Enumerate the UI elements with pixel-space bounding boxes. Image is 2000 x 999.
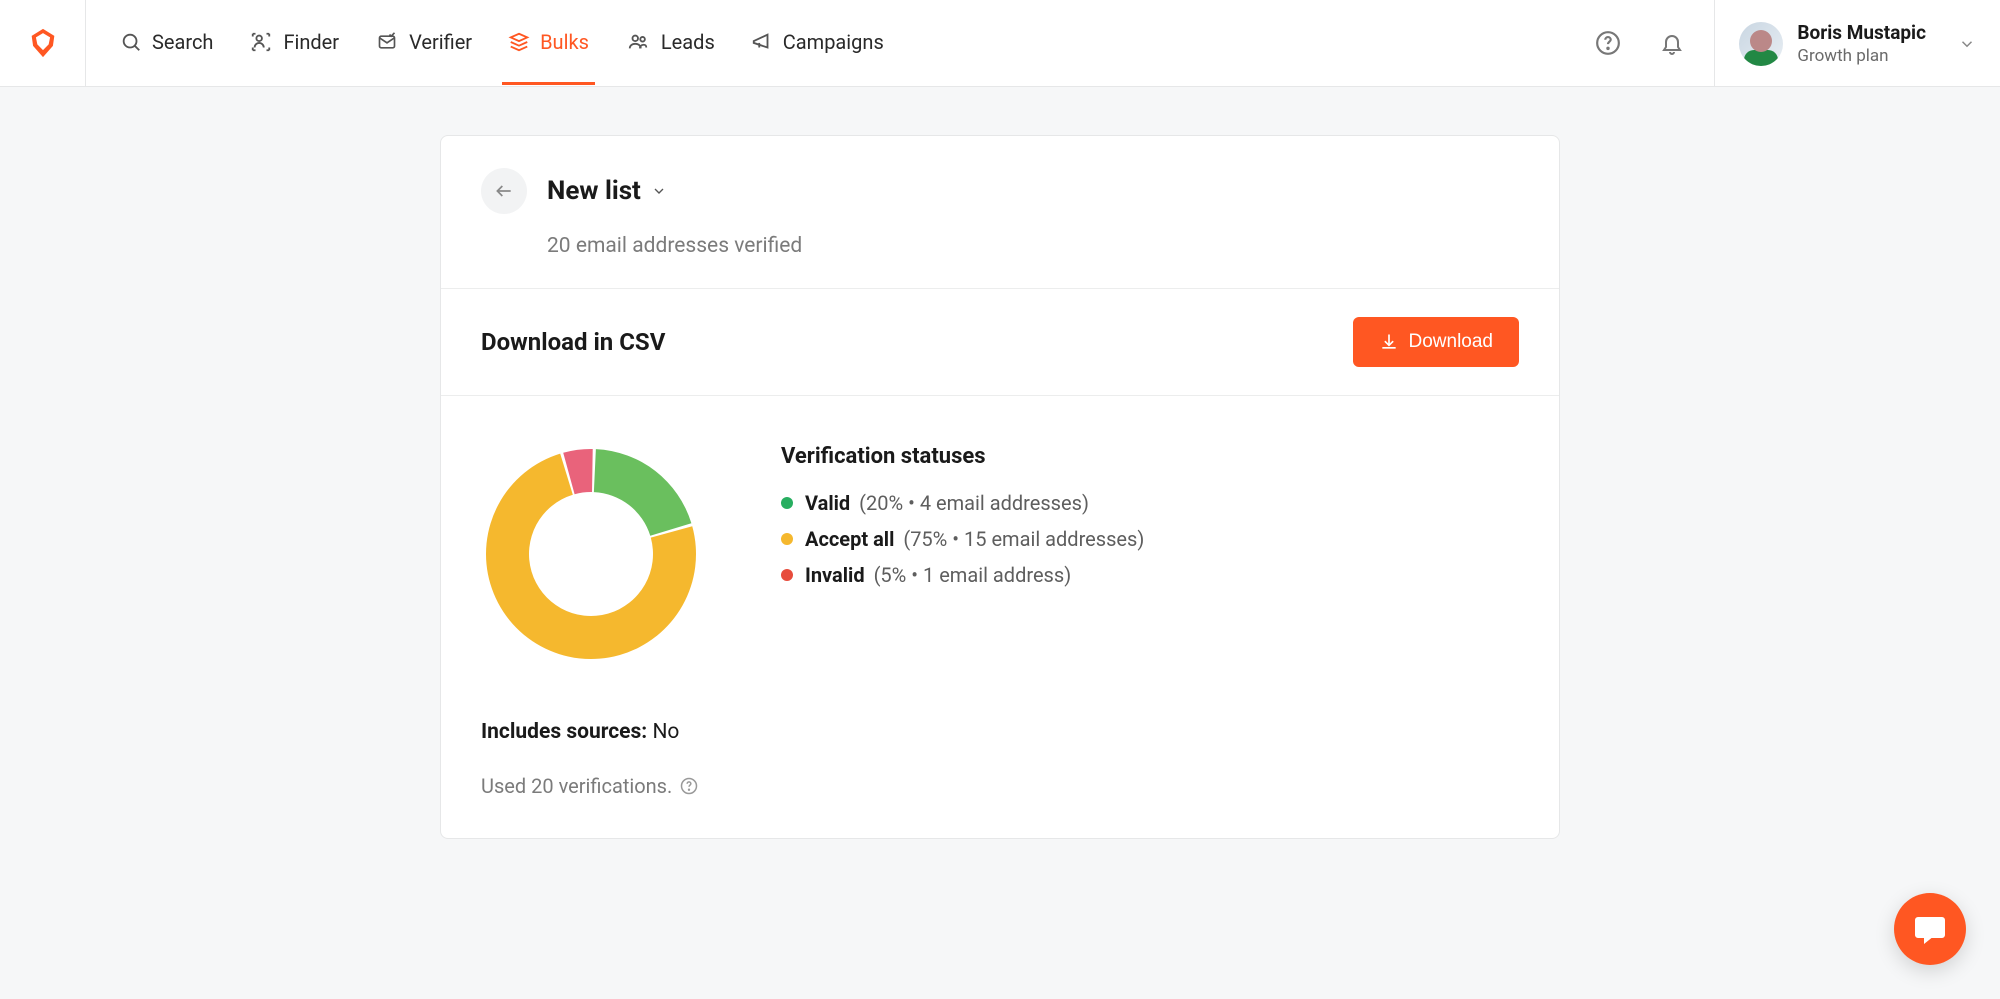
includes-value: No bbox=[652, 720, 679, 744]
user-plan: Growth plan bbox=[1797, 46, 1926, 66]
leads-icon bbox=[625, 31, 651, 53]
status-label: Accept all bbox=[805, 527, 894, 551]
chevron-down-icon bbox=[651, 183, 667, 199]
nav-label: Bulks bbox=[540, 30, 589, 54]
nav-label: Verifier bbox=[409, 30, 472, 54]
status-label: Valid bbox=[805, 491, 850, 515]
nav-right bbox=[1590, 0, 1714, 86]
main-nav: Search Finder Verifier Bulks Leads Campa… bbox=[86, 0, 1590, 86]
dot-icon bbox=[781, 497, 793, 509]
avatar bbox=[1739, 22, 1783, 66]
finder-icon bbox=[249, 31, 273, 53]
download-title: Download in CSV bbox=[481, 328, 665, 356]
download-button-label: Download bbox=[1409, 331, 1494, 353]
campaigns-icon bbox=[751, 31, 773, 53]
nav-verifier[interactable]: Verifier bbox=[357, 0, 490, 87]
nav-finder[interactable]: Finder bbox=[231, 0, 357, 87]
status-label: Invalid bbox=[805, 563, 865, 587]
list-title-text: New list bbox=[547, 176, 641, 206]
card-body: Verification statuses Valid (20% • 4 ema… bbox=[441, 396, 1559, 838]
nav-label: Finder bbox=[283, 30, 339, 54]
includes-label: Includes sources: bbox=[481, 720, 647, 744]
wolf-logo-icon bbox=[26, 26, 60, 60]
nav-label: Leads bbox=[661, 30, 715, 54]
help-button[interactable] bbox=[1590, 25, 1626, 61]
nav-label: Search bbox=[152, 30, 213, 54]
chat-icon bbox=[1912, 911, 1948, 947]
bulk-card: New list 20 email addresses verified Dow… bbox=[440, 135, 1560, 839]
nav-bulks[interactable]: Bulks bbox=[490, 0, 607, 87]
nav-campaigns[interactable]: Campaigns bbox=[733, 0, 902, 87]
includes-sources: Includes sources: No bbox=[481, 720, 1519, 744]
list-title-dropdown[interactable]: New list bbox=[547, 176, 667, 206]
status-donut-chart bbox=[481, 444, 701, 664]
user-menu[interactable]: Boris Mustapic Growth plan bbox=[1714, 0, 2000, 87]
notifications-button[interactable] bbox=[1654, 25, 1690, 61]
topbar: Search Finder Verifier Bulks Leads Campa… bbox=[0, 0, 2000, 87]
card-header: New list 20 email addresses verified bbox=[441, 136, 1559, 289]
used-verifications: Used 20 verifications. bbox=[481, 774, 1519, 798]
nav-search[interactable]: Search bbox=[102, 0, 231, 87]
download-icon bbox=[1379, 332, 1399, 352]
chat-launcher[interactable] bbox=[1894, 893, 1966, 965]
download-section: Download in CSV Download bbox=[441, 289, 1559, 396]
bulks-icon bbox=[508, 31, 530, 53]
page: New list 20 email addresses verified Dow… bbox=[0, 87, 2000, 839]
bell-icon bbox=[1660, 30, 1684, 56]
statuses-legend: Verification statuses Valid (20% • 4 ema… bbox=[781, 444, 1144, 599]
dot-icon bbox=[781, 533, 793, 545]
nav-leads[interactable]: Leads bbox=[607, 0, 733, 87]
arrow-left-icon bbox=[491, 181, 517, 201]
status-accept-all: Accept all (75% • 15 email addresses) bbox=[781, 527, 1144, 551]
status-invalid: Invalid (5% • 1 email address) bbox=[781, 563, 1144, 587]
dot-icon bbox=[781, 569, 793, 581]
download-button[interactable]: Download bbox=[1353, 317, 1520, 367]
back-button[interactable] bbox=[481, 168, 527, 214]
status-detail: (5% • 1 email address) bbox=[874, 563, 1072, 587]
search-icon bbox=[120, 31, 142, 53]
statuses-heading: Verification statuses bbox=[781, 444, 1144, 469]
used-text: Used 20 verifications. bbox=[481, 774, 672, 798]
status-detail: (75% • 15 email addresses) bbox=[903, 527, 1144, 551]
logo[interactable] bbox=[0, 0, 86, 86]
verifier-icon bbox=[375, 32, 399, 52]
chevron-down-icon bbox=[1958, 35, 1976, 53]
list-subtitle: 20 email addresses verified bbox=[547, 234, 1519, 258]
help-icon bbox=[1595, 30, 1621, 56]
help-icon[interactable] bbox=[680, 777, 698, 795]
status-valid: Valid (20% • 4 email addresses) bbox=[781, 491, 1144, 515]
status-detail: (20% • 4 email addresses) bbox=[859, 491, 1089, 515]
user-name: Boris Mustapic bbox=[1797, 21, 1926, 44]
nav-label: Campaigns bbox=[783, 30, 884, 54]
